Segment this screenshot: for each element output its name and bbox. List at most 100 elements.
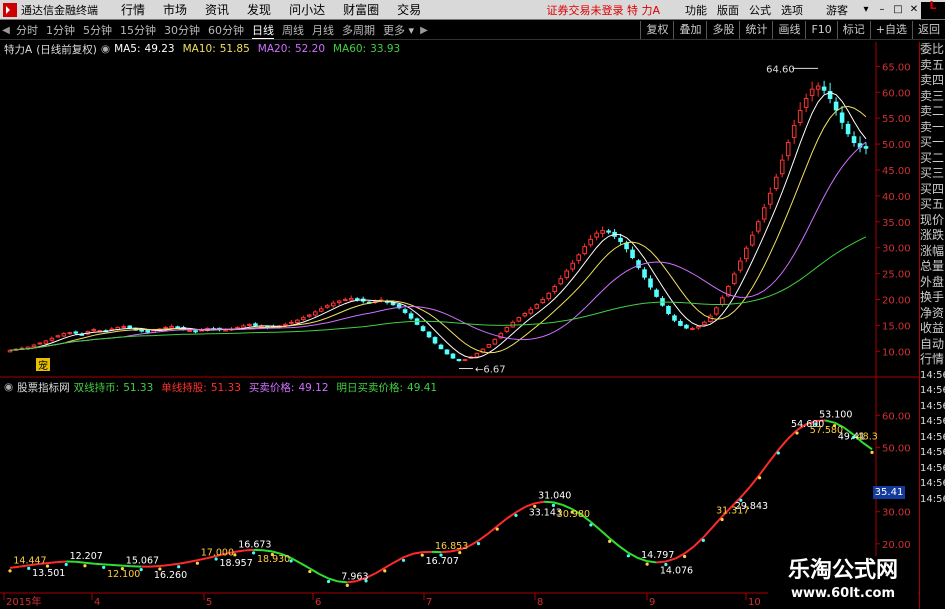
side-item[interactable]: 行情 (920, 352, 945, 368)
side-item: 委比 (920, 42, 945, 56)
indicator-value-label: 18.957 (220, 558, 253, 569)
time-tick-label: 10 (748, 597, 761, 608)
indicator-segment (487, 525, 498, 535)
price-tick-label: 40.00 (882, 192, 911, 203)
indicator-value-label: 17.000 (201, 547, 234, 558)
candle-body (241, 325, 246, 329)
candle-body (863, 146, 869, 149)
price-tick-label: 65.00 (882, 62, 911, 73)
side-item: 涨幅 (920, 243, 945, 258)
signal-dot (870, 450, 874, 454)
candle-body (312, 311, 318, 316)
candle-body (672, 315, 677, 321)
indicator-segment (496, 517, 508, 527)
candle-body (456, 358, 462, 362)
indicator-value-label: 14.797 (641, 550, 674, 561)
side-item[interactable]: 14:56 (920, 461, 945, 477)
candle-body (301, 317, 306, 321)
indicator-segment (758, 461, 770, 476)
candle-body (438, 344, 444, 350)
ma5-line (9, 91, 867, 359)
candle-body (235, 326, 240, 329)
signal-dot (776, 451, 780, 455)
signal-dot (308, 569, 312, 574)
indicator-segment (169, 562, 179, 567)
side-item[interactable]: 14:56 (920, 414, 945, 430)
indicator-segment (749, 474, 761, 488)
price-tick-label: 35.00 (882, 218, 911, 229)
price-panel: 64.60 ←6.67 宠 (7, 64, 869, 376)
candle-body (289, 321, 294, 324)
indicator-segment (609, 537, 620, 547)
candle-body (73, 331, 79, 334)
candle-body (582, 246, 587, 255)
candle-body (767, 192, 773, 205)
candle-body (690, 327, 695, 330)
signal-dot (795, 431, 799, 435)
indicator-segment (403, 552, 414, 559)
indicator-segment (515, 505, 526, 514)
candle-body (779, 159, 785, 175)
time-tick-label: 4 (94, 597, 100, 608)
price-tick-label: 55.00 (882, 114, 911, 125)
side-item: 收益 (920, 321, 945, 335)
candle-body (55, 335, 61, 338)
candle-body (684, 324, 689, 329)
candle-body (576, 254, 581, 261)
indicator-value-label: 14.076 (660, 565, 693, 576)
low-annotation: ←6.67 (475, 365, 506, 376)
side-item[interactable]: 14:56 (920, 492, 945, 508)
ind-tick-label: 20.00 (882, 540, 911, 551)
indicator-value-label: 13.501 (32, 568, 65, 579)
candle-body (474, 352, 480, 358)
indicator-segment (684, 545, 695, 555)
corner-level-badge: L (921, 0, 945, 19)
side-item: 现价 (920, 212, 945, 227)
side-item[interactable]: 14:56 (920, 368, 945, 384)
signal-dot (102, 565, 106, 569)
signal-dot (608, 539, 612, 543)
candle-body (462, 359, 468, 362)
candle-body (839, 112, 845, 123)
candle-body (552, 286, 558, 293)
side-item[interactable]: 14:56 (920, 445, 945, 461)
side-item[interactable]: 14:56 (920, 476, 945, 492)
side-item: 买四 (920, 181, 945, 196)
candle-body (749, 234, 755, 246)
candle-body (564, 270, 570, 279)
candle-body (570, 262, 575, 270)
side-item[interactable]: 14:56 (920, 430, 945, 446)
candle-body (486, 344, 492, 348)
candle-body (330, 302, 336, 307)
indicator-segment (159, 564, 170, 567)
candle-body (49, 337, 55, 341)
side-item: 涨跌 (920, 228, 945, 242)
candle-body (295, 319, 300, 324)
signal-dot (589, 523, 593, 527)
signal-dot (514, 513, 518, 517)
time-tick-label: 6 (315, 597, 321, 608)
side-item[interactable]: 14:56 (920, 399, 945, 415)
candle-body (127, 325, 133, 329)
signal-dot (8, 569, 12, 573)
candle-body (791, 124, 797, 138)
indicator-value-label: 12.207 (70, 551, 103, 562)
candle-body (738, 260, 743, 271)
indicator-segment (112, 564, 123, 567)
price-tick-label: 30.00 (882, 244, 911, 255)
candle-body (833, 101, 839, 111)
signal-dot (495, 527, 499, 531)
indicator-segment (187, 559, 198, 564)
candle-body (139, 329, 144, 332)
chart-canvas[interactable]: 64.60 ←6.67 宠 14.44713.501 12.207 12.100 15.0… (0, 0, 919, 609)
candle-body (845, 123, 851, 135)
indicator-segment (103, 563, 114, 567)
indicator-segment (786, 429, 798, 440)
price-tick-label: 15.00 (882, 321, 911, 332)
side-item: 净资 (920, 305, 945, 320)
price-tick-label: 60.00 (882, 88, 911, 99)
side-item[interactable]: 自动 (920, 337, 945, 353)
indicator-segment (618, 545, 629, 554)
side-item[interactable]: 14:56 (920, 383, 945, 399)
candle-body (618, 237, 623, 242)
